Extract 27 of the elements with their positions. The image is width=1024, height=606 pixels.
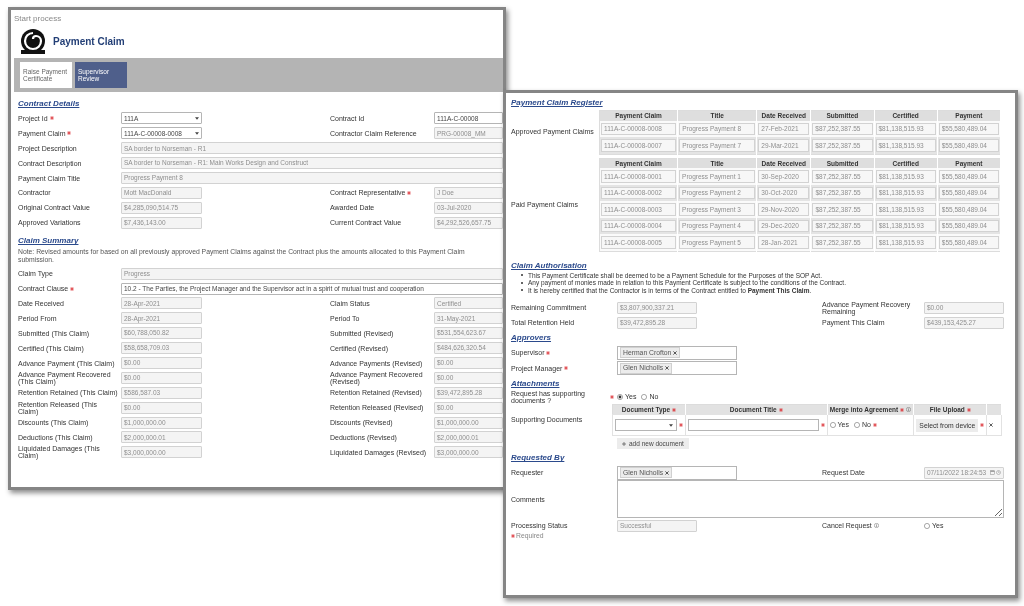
radio-icon [924,522,930,529]
section-heading: Payment Claim Register [511,98,603,107]
remove-icon[interactable] [665,366,670,371]
caret-icon [669,423,673,427]
logo-icon [19,28,47,56]
caret-icon [195,117,199,120]
section-heading: Attachments [511,379,560,389]
remove-icon[interactable] [673,350,678,355]
text-field[interactable] [688,419,819,432]
clock-icon [996,470,1001,476]
section-heading: Claim Summary [18,236,79,246]
window-title: Start process [14,14,62,23]
remove-icon[interactable] [665,470,670,475]
caret-icon [195,131,199,135]
section-heading: Contract Details [18,99,80,108]
radio-icon [854,422,860,429]
plus-icon [622,441,626,446]
page-title: Payment Claim [53,36,125,48]
close-icon[interactable] [989,423,994,428]
radio-icon [641,393,648,400]
comment-field[interactable] [617,480,1004,519]
calendar-icon [990,470,995,476]
section-heading: Requested By [511,453,565,463]
radio-icon [617,393,623,400]
section-heading: Approvers [511,333,551,343]
asterisk-icon [511,534,515,539]
section-heading: Claim Authorisation [511,260,587,270]
